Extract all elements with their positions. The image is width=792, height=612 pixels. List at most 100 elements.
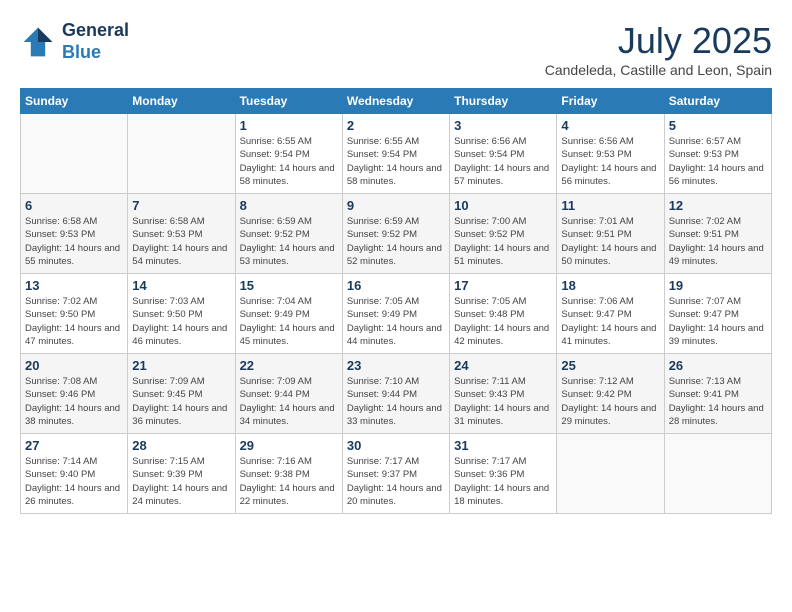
- cell-info: Sunrise: 6:59 AMSunset: 9:52 PMDaylight:…: [240, 215, 338, 268]
- logo: General Blue: [20, 20, 129, 63]
- day-number: 22: [240, 358, 338, 373]
- cell-info: Sunrise: 7:00 AMSunset: 9:52 PMDaylight:…: [454, 215, 552, 268]
- calendar-cell: 25 Sunrise: 7:12 AMSunset: 9:42 PMDaylig…: [557, 354, 664, 434]
- day-number: 20: [25, 358, 123, 373]
- cell-info: Sunrise: 7:13 AMSunset: 9:41 PMDaylight:…: [669, 375, 767, 428]
- calendar-cell: 7 Sunrise: 6:58 AMSunset: 9:53 PMDayligh…: [128, 194, 235, 274]
- cell-info: Sunrise: 7:06 AMSunset: 9:47 PMDaylight:…: [561, 295, 659, 348]
- page-header: General Blue July 2025 Candeleda, Castil…: [20, 20, 772, 78]
- day-number: 25: [561, 358, 659, 373]
- month-title: July 2025: [545, 20, 772, 62]
- day-number: 29: [240, 438, 338, 453]
- day-number: 4: [561, 118, 659, 133]
- day-number: 26: [669, 358, 767, 373]
- cell-info: Sunrise: 7:10 AMSunset: 9:44 PMDaylight:…: [347, 375, 445, 428]
- calendar-cell: 8 Sunrise: 6:59 AMSunset: 9:52 PMDayligh…: [235, 194, 342, 274]
- calendar-week-row: 13 Sunrise: 7:02 AMSunset: 9:50 PMDaylig…: [21, 274, 772, 354]
- calendar-cell: 13 Sunrise: 7:02 AMSunset: 9:50 PMDaylig…: [21, 274, 128, 354]
- day-number: 1: [240, 118, 338, 133]
- cell-info: Sunrise: 7:02 AMSunset: 9:51 PMDaylight:…: [669, 215, 767, 268]
- calendar-cell: 22 Sunrise: 7:09 AMSunset: 9:44 PMDaylig…: [235, 354, 342, 434]
- weekday-header: Friday: [557, 89, 664, 114]
- cell-info: Sunrise: 7:16 AMSunset: 9:38 PMDaylight:…: [240, 455, 338, 508]
- calendar-week-row: 27 Sunrise: 7:14 AMSunset: 9:40 PMDaylig…: [21, 434, 772, 514]
- calendar-cell: 31 Sunrise: 7:17 AMSunset: 9:36 PMDaylig…: [450, 434, 557, 514]
- weekday-header: Monday: [128, 89, 235, 114]
- calendar-cell: 27 Sunrise: 7:14 AMSunset: 9:40 PMDaylig…: [21, 434, 128, 514]
- weekday-header: Saturday: [664, 89, 771, 114]
- cell-info: Sunrise: 7:08 AMSunset: 9:46 PMDaylight:…: [25, 375, 123, 428]
- cell-info: Sunrise: 6:55 AMSunset: 9:54 PMDaylight:…: [240, 135, 338, 188]
- cell-info: Sunrise: 7:17 AMSunset: 9:36 PMDaylight:…: [454, 455, 552, 508]
- cell-info: Sunrise: 7:14 AMSunset: 9:40 PMDaylight:…: [25, 455, 123, 508]
- calendar-cell: [128, 114, 235, 194]
- cell-info: Sunrise: 7:09 AMSunset: 9:44 PMDaylight:…: [240, 375, 338, 428]
- title-block: July 2025 Candeleda, Castille and Leon, …: [545, 20, 772, 78]
- day-number: 30: [347, 438, 445, 453]
- day-number: 16: [347, 278, 445, 293]
- day-number: 13: [25, 278, 123, 293]
- calendar-cell: 3 Sunrise: 6:56 AMSunset: 9:54 PMDayligh…: [450, 114, 557, 194]
- day-number: 17: [454, 278, 552, 293]
- cell-info: Sunrise: 7:01 AMSunset: 9:51 PMDaylight:…: [561, 215, 659, 268]
- weekday-header: Tuesday: [235, 89, 342, 114]
- cell-info: Sunrise: 6:58 AMSunset: 9:53 PMDaylight:…: [25, 215, 123, 268]
- calendar-cell: 2 Sunrise: 6:55 AMSunset: 9:54 PMDayligh…: [342, 114, 449, 194]
- day-number: 7: [132, 198, 230, 213]
- cell-info: Sunrise: 7:17 AMSunset: 9:37 PMDaylight:…: [347, 455, 445, 508]
- calendar-cell: 23 Sunrise: 7:10 AMSunset: 9:44 PMDaylig…: [342, 354, 449, 434]
- cell-info: Sunrise: 7:07 AMSunset: 9:47 PMDaylight:…: [669, 295, 767, 348]
- calendar-cell: 15 Sunrise: 7:04 AMSunset: 9:49 PMDaylig…: [235, 274, 342, 354]
- calendar-cell: 17 Sunrise: 7:05 AMSunset: 9:48 PMDaylig…: [450, 274, 557, 354]
- day-number: 6: [25, 198, 123, 213]
- calendar-cell: 6 Sunrise: 6:58 AMSunset: 9:53 PMDayligh…: [21, 194, 128, 274]
- cell-info: Sunrise: 6:57 AMSunset: 9:53 PMDaylight:…: [669, 135, 767, 188]
- calendar-cell: 9 Sunrise: 6:59 AMSunset: 9:52 PMDayligh…: [342, 194, 449, 274]
- location: Candeleda, Castille and Leon, Spain: [545, 62, 772, 78]
- calendar-cell: 26 Sunrise: 7:13 AMSunset: 9:41 PMDaylig…: [664, 354, 771, 434]
- cell-info: Sunrise: 7:03 AMSunset: 9:50 PMDaylight:…: [132, 295, 230, 348]
- day-number: 19: [669, 278, 767, 293]
- calendar-week-row: 20 Sunrise: 7:08 AMSunset: 9:46 PMDaylig…: [21, 354, 772, 434]
- day-number: 23: [347, 358, 445, 373]
- weekday-header: Sunday: [21, 89, 128, 114]
- day-number: 15: [240, 278, 338, 293]
- weekday-header: Wednesday: [342, 89, 449, 114]
- cell-info: Sunrise: 6:55 AMSunset: 9:54 PMDaylight:…: [347, 135, 445, 188]
- cell-info: Sunrise: 7:15 AMSunset: 9:39 PMDaylight:…: [132, 455, 230, 508]
- calendar-cell: 30 Sunrise: 7:17 AMSunset: 9:37 PMDaylig…: [342, 434, 449, 514]
- calendar-cell: 24 Sunrise: 7:11 AMSunset: 9:43 PMDaylig…: [450, 354, 557, 434]
- cell-info: Sunrise: 6:58 AMSunset: 9:53 PMDaylight:…: [132, 215, 230, 268]
- calendar-cell: 1 Sunrise: 6:55 AMSunset: 9:54 PMDayligh…: [235, 114, 342, 194]
- calendar-cell: 5 Sunrise: 6:57 AMSunset: 9:53 PMDayligh…: [664, 114, 771, 194]
- cell-info: Sunrise: 6:59 AMSunset: 9:52 PMDaylight:…: [347, 215, 445, 268]
- cell-info: Sunrise: 7:05 AMSunset: 9:49 PMDaylight:…: [347, 295, 445, 348]
- calendar-week-row: 6 Sunrise: 6:58 AMSunset: 9:53 PMDayligh…: [21, 194, 772, 274]
- calendar-cell: 29 Sunrise: 7:16 AMSunset: 9:38 PMDaylig…: [235, 434, 342, 514]
- calendar-cell: 18 Sunrise: 7:06 AMSunset: 9:47 PMDaylig…: [557, 274, 664, 354]
- day-number: 9: [347, 198, 445, 213]
- day-number: 14: [132, 278, 230, 293]
- cell-info: Sunrise: 7:04 AMSunset: 9:49 PMDaylight:…: [240, 295, 338, 348]
- calendar-cell: 21 Sunrise: 7:09 AMSunset: 9:45 PMDaylig…: [128, 354, 235, 434]
- calendar-cell: [664, 434, 771, 514]
- day-number: 2: [347, 118, 445, 133]
- cell-info: Sunrise: 7:11 AMSunset: 9:43 PMDaylight:…: [454, 375, 552, 428]
- day-number: 11: [561, 198, 659, 213]
- cell-info: Sunrise: 7:05 AMSunset: 9:48 PMDaylight:…: [454, 295, 552, 348]
- day-number: 24: [454, 358, 552, 373]
- calendar-table: SundayMondayTuesdayWednesdayThursdayFrid…: [20, 88, 772, 514]
- cell-info: Sunrise: 7:02 AMSunset: 9:50 PMDaylight:…: [25, 295, 123, 348]
- weekday-header-row: SundayMondayTuesdayWednesdayThursdayFrid…: [21, 89, 772, 114]
- calendar-cell: 19 Sunrise: 7:07 AMSunset: 9:47 PMDaylig…: [664, 274, 771, 354]
- cell-info: Sunrise: 7:09 AMSunset: 9:45 PMDaylight:…: [132, 375, 230, 428]
- day-number: 27: [25, 438, 123, 453]
- day-number: 5: [669, 118, 767, 133]
- cell-info: Sunrise: 6:56 AMSunset: 9:54 PMDaylight:…: [454, 135, 552, 188]
- calendar-cell: 4 Sunrise: 6:56 AMSunset: 9:53 PMDayligh…: [557, 114, 664, 194]
- calendar-cell: 20 Sunrise: 7:08 AMSunset: 9:46 PMDaylig…: [21, 354, 128, 434]
- logo-text: General Blue: [62, 20, 129, 63]
- calendar-cell: 12 Sunrise: 7:02 AMSunset: 9:51 PMDaylig…: [664, 194, 771, 274]
- calendar-cell: 10 Sunrise: 7:00 AMSunset: 9:52 PMDaylig…: [450, 194, 557, 274]
- day-number: 12: [669, 198, 767, 213]
